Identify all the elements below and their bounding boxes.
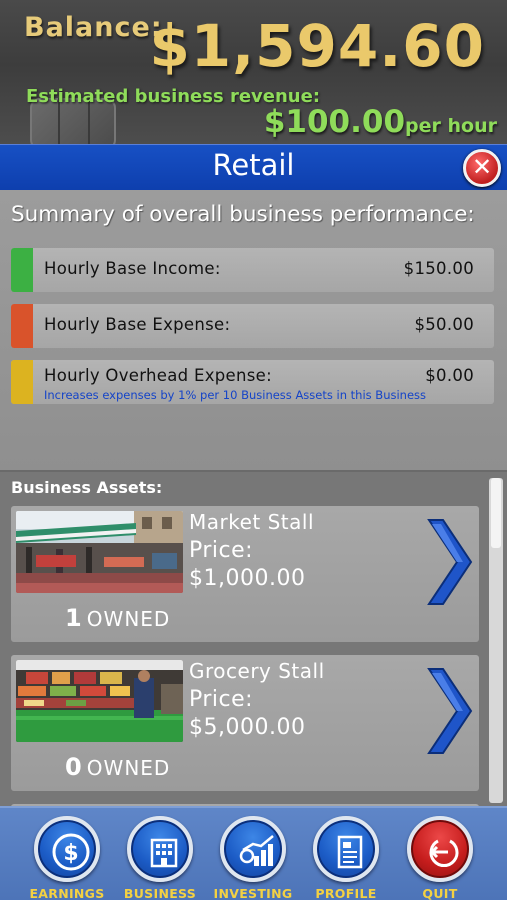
building-icon (150, 838, 178, 868)
stat-label: Hourly Base Income: (44, 259, 221, 278)
overhead-note: Increases expenses by 1% per 10 Business… (44, 388, 427, 402)
close-icon: ✕ (471, 153, 493, 181)
balance-header: Balance: $1,594.60 Estimated business re… (0, 0, 507, 144)
nav-label: EARNINGS (29, 886, 105, 900)
income-color-bar (11, 248, 33, 292)
page-title: Retail (212, 148, 295, 182)
stat-row-income: Hourly Base Income: $150.00 (11, 248, 494, 292)
market-stall-image (16, 511, 183, 593)
nav-label: INVESTING (213, 886, 293, 900)
asset-price: $5,000.00 (189, 715, 306, 740)
close-button[interactable]: ✕ (463, 149, 501, 187)
grocery-stall-image (16, 660, 183, 742)
chevron-right-icon[interactable] (423, 665, 475, 757)
stat-row-overhead: Hourly Overhead Expense: $0.00 Increases… (11, 360, 494, 404)
revenue-amount: $100.00 (263, 104, 406, 140)
owned-count: 1 OWNED (65, 604, 170, 632)
nav-label: BUSINESS (123, 886, 197, 900)
nav-quit[interactable]: QUIT (395, 816, 485, 900)
business-assets-panel[interactable]: Business Assets: Market Stall Price: $1,… (0, 470, 507, 824)
owned-label: OWNED (86, 756, 171, 780)
earnings-button[interactable]: $ (34, 816, 100, 882)
stat-label: Hourly Base Expense: (44, 315, 231, 334)
nav-profile[interactable]: PROFILE (301, 816, 391, 900)
assets-scrollbar[interactable] (489, 478, 503, 803)
investing-button[interactable] (220, 816, 286, 882)
revenue-value: $100.00per hour (264, 104, 497, 140)
title-bar: Retail ✕ (0, 144, 507, 190)
business-button[interactable] (127, 816, 193, 882)
assets-title: Business Assets: (11, 478, 163, 497)
document-icon (337, 835, 363, 869)
revenue-unit: per hour (405, 115, 497, 137)
svg-text:$: $ (63, 841, 78, 866)
chart-icon (239, 835, 274, 866)
nav-business[interactable]: BUSINESS (115, 816, 205, 900)
stat-value: $50.00 (414, 315, 474, 334)
quit-button[interactable] (407, 816, 473, 882)
asset-name: Market Stall (189, 510, 315, 534)
owned-label: OWNED (86, 607, 171, 631)
balance-value: $1,594.60 (149, 12, 485, 80)
stat-value: $0.00 (425, 366, 474, 385)
overhead-color-bar (11, 360, 33, 404)
stat-value: $150.00 (403, 259, 474, 278)
exit-icon (429, 839, 459, 868)
owned-number: 1 (65, 604, 82, 632)
balance-label: Balance: (24, 12, 163, 43)
asset-price-label: Price: (189, 687, 254, 712)
owned-count: 0 OWNED (65, 753, 170, 781)
summary-panel: Summary of overall business performance:… (0, 190, 507, 470)
chevron-right-icon[interactable] (423, 516, 475, 608)
asset-name: Grocery Stall (189, 659, 325, 683)
profile-button[interactable] (313, 816, 379, 882)
summary-title: Summary of overall business performance: (11, 202, 475, 227)
bottom-nav: $ EARNINGS BUSINESS INVESTING PROFILE QU… (0, 806, 507, 900)
nav-label: QUIT (422, 886, 458, 900)
stat-row-expense: Hourly Base Expense: $50.00 (11, 304, 494, 348)
nav-earnings[interactable]: $ EARNINGS (22, 816, 112, 900)
asset-price-label: Price: (189, 538, 254, 563)
asset-card-grocery-stall[interactable]: Grocery Stall Price: $5,000.00 0 OWNED (11, 655, 479, 791)
asset-price: $1,000.00 (189, 566, 306, 591)
nav-investing[interactable]: INVESTING (208, 816, 298, 900)
stat-label: Hourly Overhead Expense: (44, 366, 272, 385)
nav-label: PROFILE (315, 886, 377, 900)
asset-card-market-stall[interactable]: Market Stall Price: $1,000.00 1 OWNED (11, 506, 479, 642)
expense-color-bar (11, 304, 33, 348)
owned-number: 0 (65, 753, 82, 781)
dollar-icon: $ (52, 833, 90, 871)
scrollbar-thumb[interactable] (491, 478, 501, 548)
